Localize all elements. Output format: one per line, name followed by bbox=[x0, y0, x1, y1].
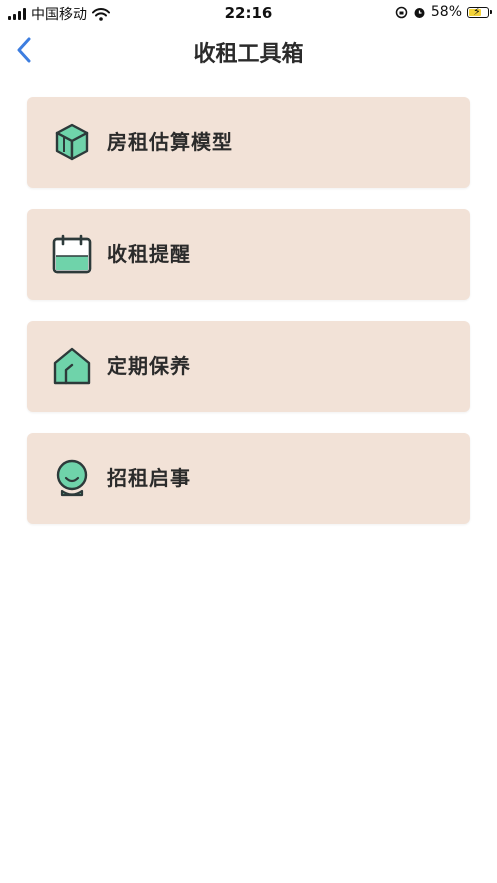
menu-item-rent-estimate[interactable]: 房租估算模型 bbox=[27, 97, 470, 188]
menu-item-label: 招租启事 bbox=[107, 466, 191, 490]
menu-item-label: 定期保养 bbox=[107, 354, 191, 378]
screen: 中国移动 22:16 58% ⚡ 收租工具箱 房租估算模型 收租提醒 定期保养 … bbox=[0, 0, 497, 883]
cube-icon bbox=[55, 123, 89, 161]
orientation-lock-icon bbox=[395, 6, 408, 18]
status-right: 58% ⚡ bbox=[395, 4, 492, 20]
alarm-icon bbox=[414, 7, 425, 18]
menu-item-rent-reminder[interactable]: 收租提醒 bbox=[27, 209, 470, 300]
status-bar: 中国移动 22:16 58% ⚡ bbox=[0, 0, 497, 26]
house-icon bbox=[53, 347, 91, 385]
nav-bar: 收租工具箱 bbox=[0, 26, 497, 74]
battery-percent: 58% bbox=[430, 4, 462, 20]
smiley-face-icon bbox=[56, 459, 88, 497]
menu-item-label: 收租提醒 bbox=[107, 242, 191, 266]
battery-icon: ⚡ bbox=[467, 5, 492, 18]
menu-item-label: 房租估算模型 bbox=[107, 130, 233, 154]
menu-item-maintenance[interactable]: 定期保养 bbox=[27, 321, 470, 412]
menu-item-rental-notice[interactable]: 招租启事 bbox=[27, 433, 470, 524]
page-title: 收租工具箱 bbox=[193, 42, 304, 67]
tool-menu-list: 房租估算模型 收租提醒 定期保养 招租启事 bbox=[27, 97, 470, 545]
calendar-icon bbox=[52, 234, 92, 274]
